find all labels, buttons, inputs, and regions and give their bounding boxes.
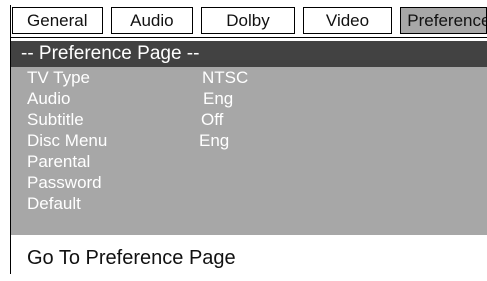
menu-item-tv-type[interactable]: TV Type NTSC: [27, 67, 327, 88]
menu-item-value: Off: [201, 110, 224, 129]
page-title: -- Preference Page --: [11, 41, 487, 67]
tab-preference[interactable]: Preference: [400, 7, 487, 34]
tab-audio[interactable]: Audio: [110, 7, 194, 34]
menu-item-label: Subtitle: [27, 110, 84, 129]
menu-item-label: TV Type: [27, 68, 90, 87]
menu-item-label: Default: [27, 194, 81, 213]
menu-item-audio[interactable]: Audio Eng: [27, 88, 327, 109]
menu-item-value: Eng: [203, 89, 234, 108]
tab-video[interactable]: Video: [302, 7, 393, 34]
preference-panel: -- Preference Page -- TV Type NTSC Audio…: [11, 41, 487, 235]
menu-item-label: Password: [27, 173, 102, 192]
menu-item-value: NTSC: [202, 68, 249, 87]
menu-item-label: Audio: [27, 89, 71, 108]
menu-item-label: Disc Menu: [27, 131, 108, 150]
preference-menu: TV Type NTSC Audio Eng Subtitle Off Disc…: [27, 67, 327, 214]
tab-dolby[interactable]: Dolby: [201, 7, 295, 34]
menu-item-password[interactable]: Password: [27, 172, 327, 193]
menu-item-value: Eng: [199, 131, 230, 150]
osd-window: General Audio Dolby Video Preference -- …: [10, 5, 487, 274]
menu-item-parental[interactable]: Parental: [27, 151, 327, 172]
status-text: Go To Preference Page: [11, 235, 487, 274]
menu-item-disc-menu[interactable]: Disc Menu Eng: [27, 130, 327, 151]
menu-item-subtitle[interactable]: Subtitle Off: [27, 109, 327, 130]
tab-bar: General Audio Dolby Video Preference: [10, 5, 487, 38]
tab-general[interactable]: General: [12, 7, 103, 34]
menu-item-label: Parental: [27, 152, 91, 171]
menu-item-default[interactable]: Default: [27, 193, 327, 214]
